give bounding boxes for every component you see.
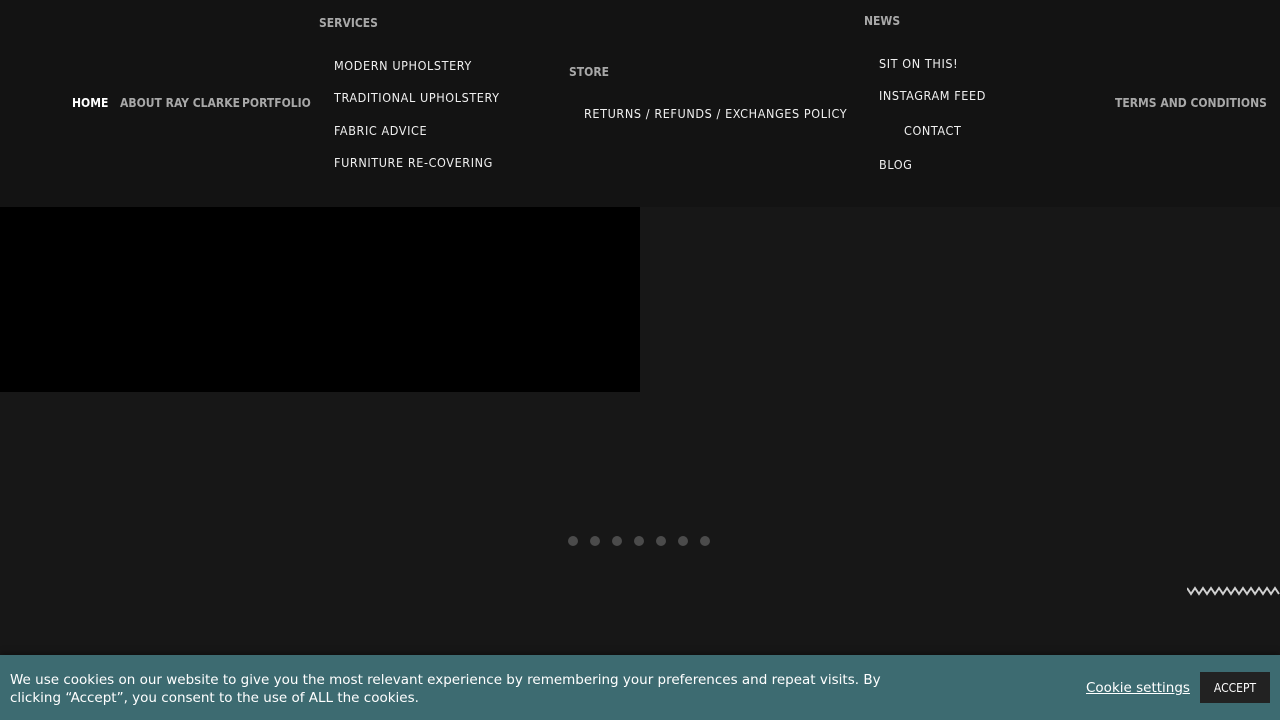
slider-dot[interactable] [590, 536, 600, 546]
submenu-modern-upholstery[interactable]: MODERN UPHOLSTERY [334, 59, 472, 73]
nav-services[interactable]: SERVICES [319, 16, 378, 30]
submenu-fabric-advice[interactable]: FABRIC ADVICE [334, 124, 427, 138]
slider-dot[interactable] [634, 536, 644, 546]
hero-video[interactable] [0, 207, 640, 392]
accept-cookies-button[interactable]: ACCEPT [1200, 672, 1270, 703]
nav-home[interactable]: HOME [72, 96, 108, 110]
zigzag-decoration-icon [1187, 586, 1280, 596]
nav-blog[interactable]: BLOG [879, 158, 913, 172]
page: HOME ABOUT RAY CLARKE PORTFOLIO SERVICES… [0, 0, 1280, 720]
slider-dot[interactable] [568, 536, 578, 546]
submenu-returns-policy[interactable]: RETURNS / REFUNDS / EXCHANGES POLICY [584, 107, 847, 121]
slider-pagination [568, 536, 710, 546]
slider-dot[interactable] [612, 536, 622, 546]
submenu-traditional-upholstery[interactable]: TRADITIONAL UPHOLSTERY [334, 91, 500, 105]
cookie-message: We use cookies on our website to give yo… [10, 672, 881, 706]
nav-news[interactable]: NEWS [864, 14, 900, 28]
cookie-consent-bar: We use cookies on our website to give yo… [0, 655, 1280, 720]
submenu-furniture-recovering[interactable]: FURNITURE RE-COVERING [334, 156, 493, 170]
slider-dot[interactable] [700, 536, 710, 546]
slider-dot[interactable] [678, 536, 688, 546]
cookie-settings-link[interactable]: Cookie settings [1086, 680, 1190, 696]
submenu-sit-on-this[interactable]: SIT ON THIS! [879, 57, 958, 71]
site-header: HOME ABOUT RAY CLARKE PORTFOLIO SERVICES… [0, 0, 1280, 207]
submenu-instagram-feed[interactable]: INSTAGRAM FEED [879, 89, 986, 103]
nav-terms[interactable]: TERMS AND CONDITIONS [1115, 96, 1267, 110]
slider-dot[interactable] [656, 536, 666, 546]
nav-portfolio[interactable]: PORTFOLIO [242, 96, 311, 110]
nav-store[interactable]: STORE [569, 65, 609, 79]
nav-contact[interactable]: CONTACT [904, 124, 961, 138]
nav-about[interactable]: ABOUT RAY CLARKE [120, 96, 240, 110]
